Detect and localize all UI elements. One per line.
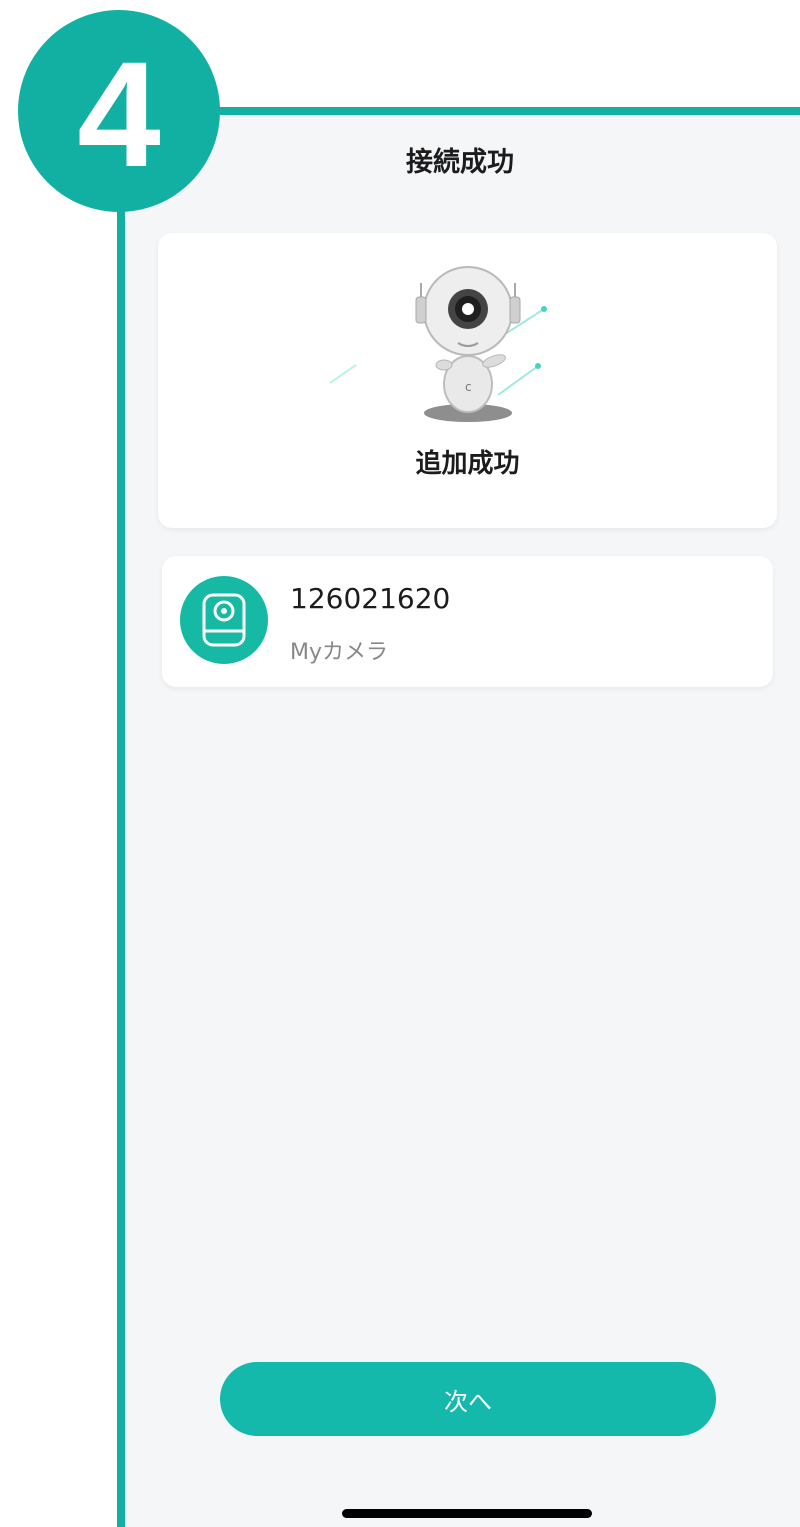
step-number-badge: 4 bbox=[18, 10, 220, 212]
home-indicator[interactable] bbox=[342, 1509, 592, 1518]
next-button[interactable]: 次へ bbox=[220, 1362, 716, 1436]
svg-text:c: c bbox=[465, 380, 472, 394]
device-name: Myカメラ bbox=[290, 640, 389, 665]
success-card: c 追加成功 bbox=[158, 233, 777, 528]
camera-icon bbox=[180, 576, 268, 664]
frame-line-left bbox=[117, 150, 125, 1527]
device-card[interactable]: 126021620 Myカメラ bbox=[162, 556, 773, 687]
device-id: 126021620 bbox=[290, 582, 451, 615]
success-label: 追加成功 bbox=[415, 449, 520, 479]
frame-line-top bbox=[180, 107, 800, 115]
robot-illustration-icon: c bbox=[308, 253, 628, 453]
step-number: 4 bbox=[77, 30, 161, 198]
